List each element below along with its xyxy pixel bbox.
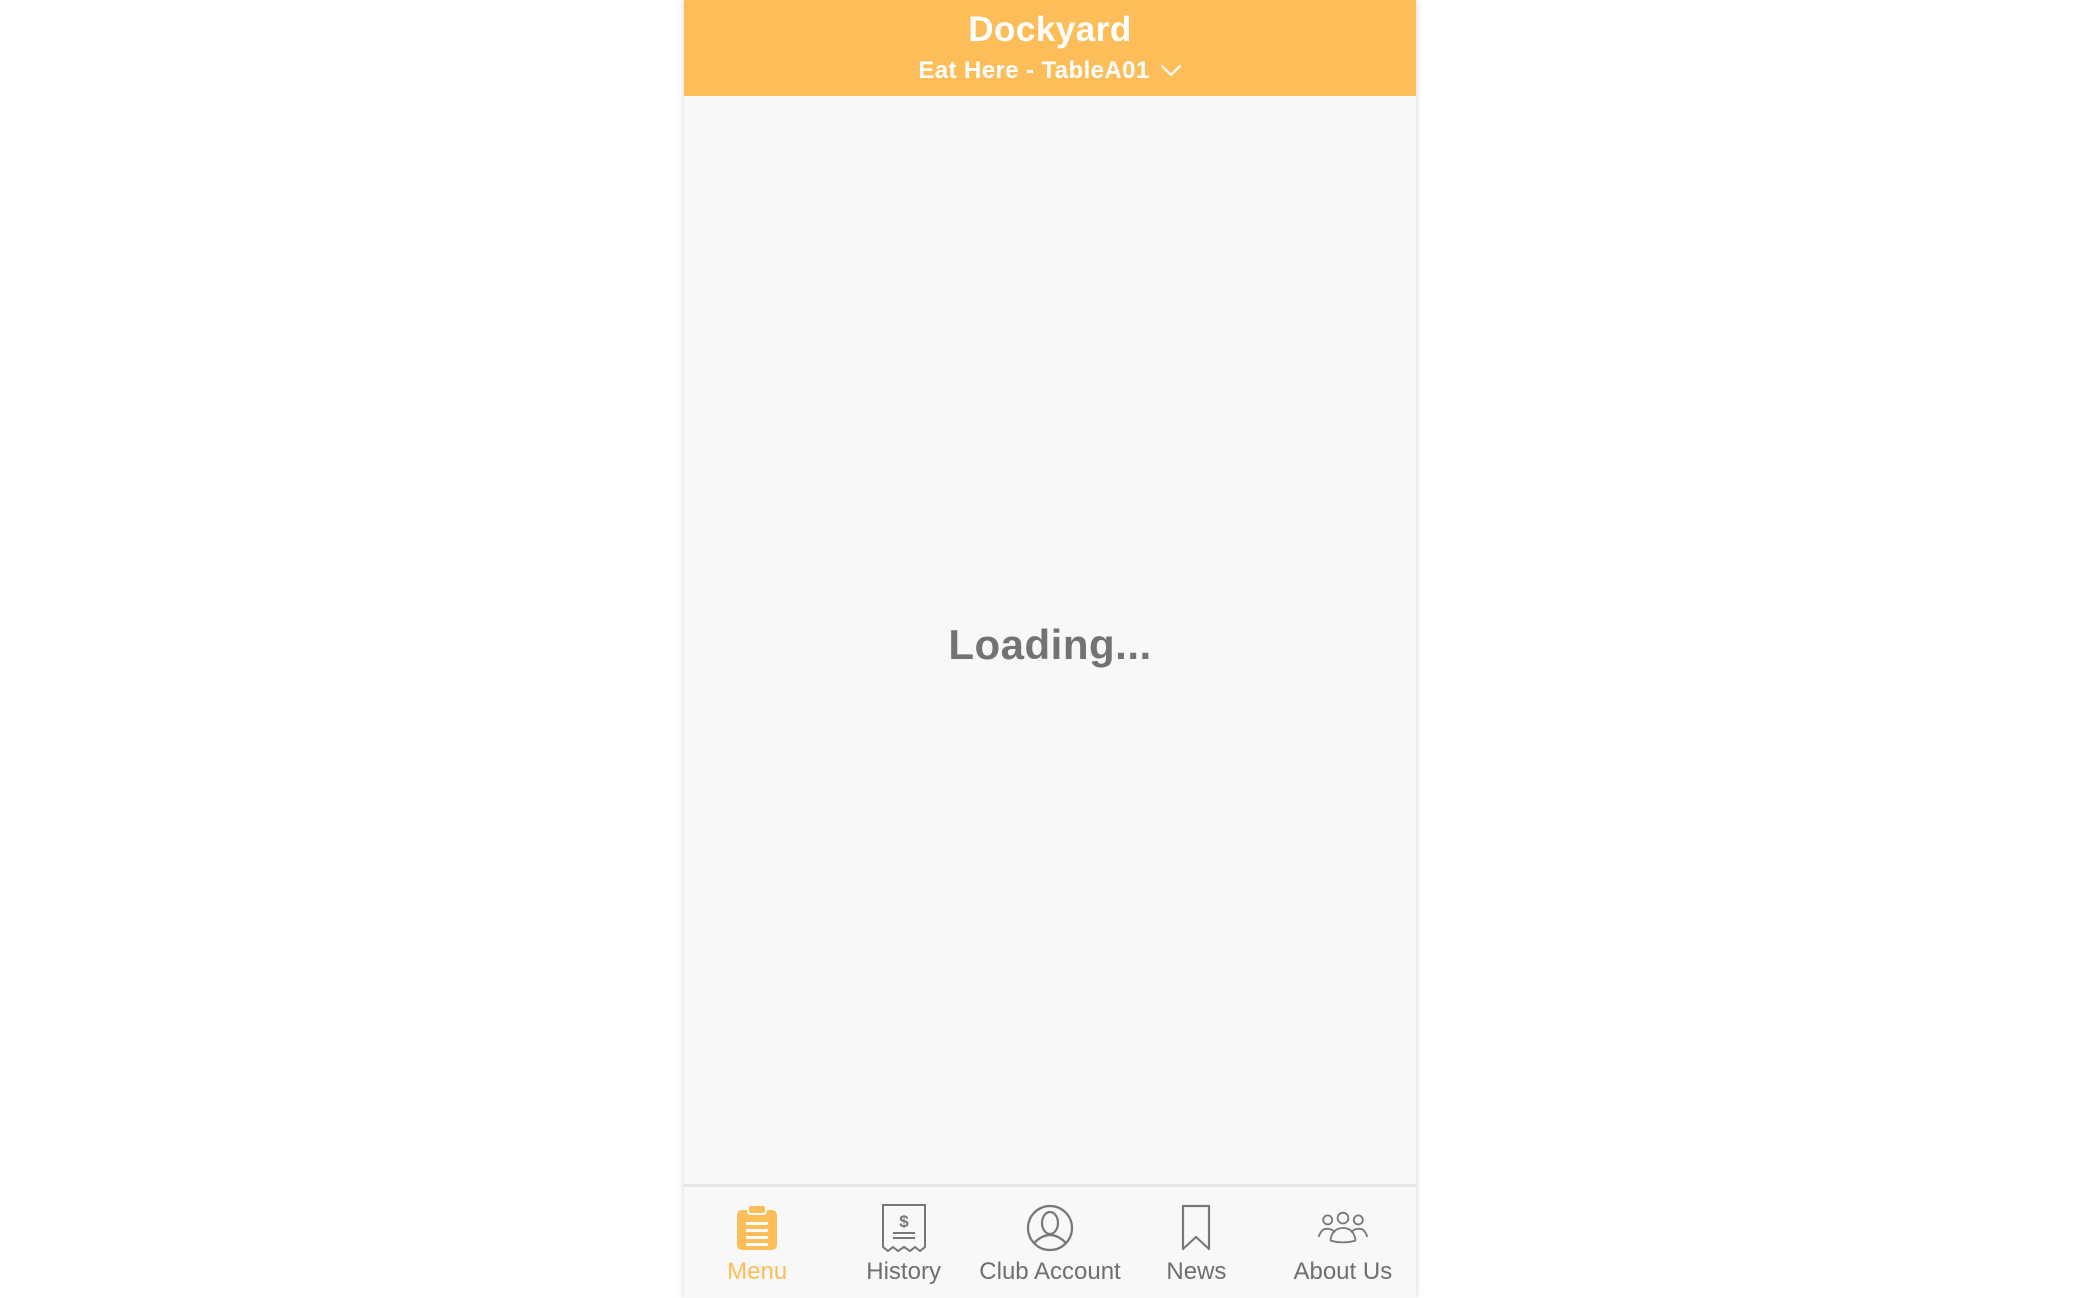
app-screen: Dockyard Eat Here - TableA01 Loading... xyxy=(684,0,1416,1298)
bottom-tab-bar: Menu $ History Club Account News About U… xyxy=(684,1184,1416,1298)
tab-label-menu: Menu xyxy=(727,1258,788,1285)
chevron-down-icon xyxy=(1160,64,1181,77)
tab-label-about-us: About Us xyxy=(1293,1258,1393,1285)
receipt-icon: $ xyxy=(877,1202,931,1254)
tab-history[interactable]: $ History xyxy=(830,1187,976,1298)
tab-club-account[interactable]: Club Account xyxy=(977,1187,1123,1298)
app-header: Dockyard Eat Here - TableA01 xyxy=(684,0,1416,96)
group-icon xyxy=(1316,1202,1370,1254)
clipboard-icon xyxy=(730,1202,784,1254)
order-mode-selector[interactable]: Eat Here - TableA01 xyxy=(684,56,1416,86)
order-mode-label: Eat Here - TableA01 xyxy=(918,57,1150,84)
svg-text:$: $ xyxy=(899,1212,909,1231)
loading-text: Loading... xyxy=(948,621,1152,668)
tab-about-us[interactable]: About Us xyxy=(1270,1187,1416,1298)
bookmark-icon xyxy=(1169,1202,1223,1254)
tab-label-club-account: Club Account xyxy=(979,1258,1121,1285)
main-content: Loading... xyxy=(684,96,1416,1184)
tab-label-news: News xyxy=(1166,1258,1227,1285)
venue-title: Dockyard xyxy=(968,10,1132,49)
user-circle-icon xyxy=(1023,1202,1077,1254)
tab-menu[interactable]: Menu xyxy=(684,1187,830,1298)
tab-label-history: History xyxy=(866,1258,941,1285)
tab-news[interactable]: News xyxy=(1123,1187,1269,1298)
